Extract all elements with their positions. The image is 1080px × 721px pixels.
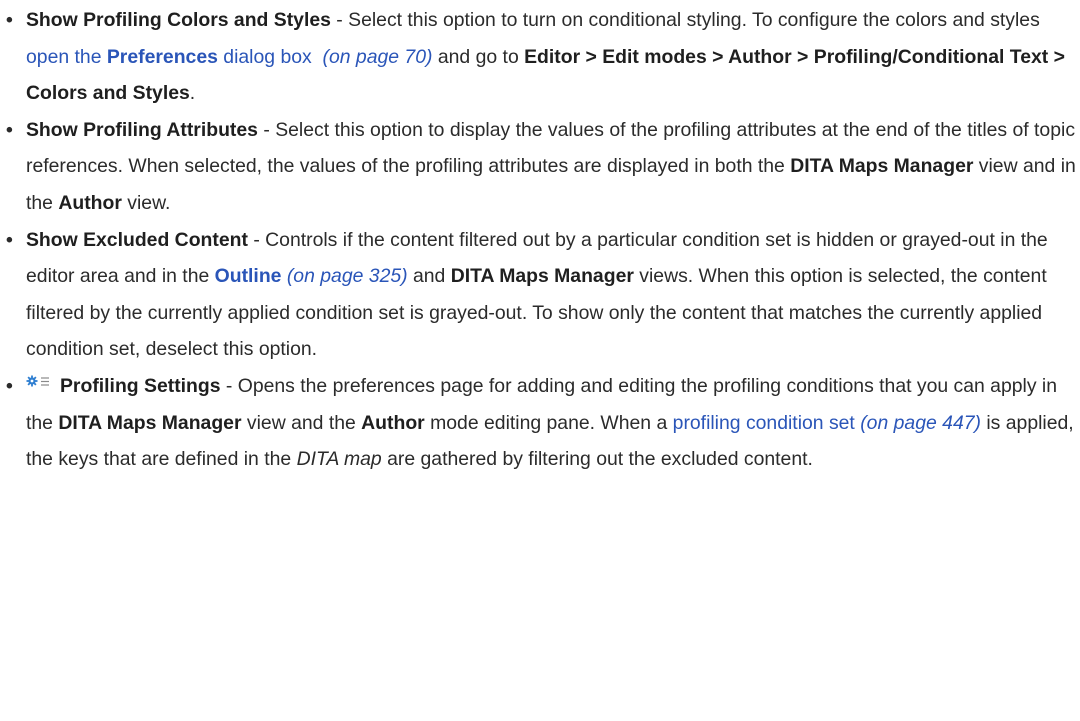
list-item-show-profiling-colors: • Show Profiling Colors and Styles - Sel… (0, 2, 1080, 112)
option-title: Profiling Settings (60, 374, 221, 397)
preferences-dialog-link[interactable]: open the Preferences dialog box (26, 46, 312, 68)
outline-link[interactable]: Outline (215, 265, 282, 287)
option-title: Show Excluded Content (26, 228, 248, 251)
ui-term: Author (58, 191, 122, 214)
page-reference-link[interactable]: (on page 70) (323, 46, 433, 68)
ui-term: DITA Maps Manager (58, 411, 242, 434)
option-title: Show Profiling Colors and Styles (26, 9, 331, 31)
list-item-show-profiling-attributes: • Show Profiling Attributes - Select thi… (0, 112, 1080, 222)
bullet: • (6, 228, 13, 251)
option-description: - Select this option to turn on conditio… (330, 9, 1040, 31)
ui-term: DITA Maps Manager (450, 265, 634, 288)
document-body: • Show Profiling Colors and Styles - Sel… (0, 0, 1080, 478)
list-item-profiling-settings: • Profiling Settings - Opens the prefere… (0, 368, 1080, 478)
page-reference-link[interactable]: (on page 325) (287, 265, 408, 287)
profiling-settings-icon (26, 369, 54, 387)
option-description: and go to (432, 45, 525, 68)
profiling-condition-set-link[interactable]: profiling condition set (673, 412, 855, 434)
bullet: • (6, 9, 13, 31)
page-reference-link[interactable]: (on page 447) (860, 412, 981, 434)
bullet: • (6, 374, 13, 397)
ui-term: Author (361, 411, 425, 434)
ui-term: DITA Maps Manager (790, 155, 974, 178)
option-title: Show Profiling Attributes (26, 118, 258, 141)
term-dita-map: DITA map (296, 448, 382, 471)
bullet: • (6, 118, 13, 141)
list-item-show-excluded-content: • Show Excluded Content - Controls if th… (0, 222, 1080, 368)
options-list: • Show Profiling Colors and Styles - Sel… (0, 2, 1080, 478)
